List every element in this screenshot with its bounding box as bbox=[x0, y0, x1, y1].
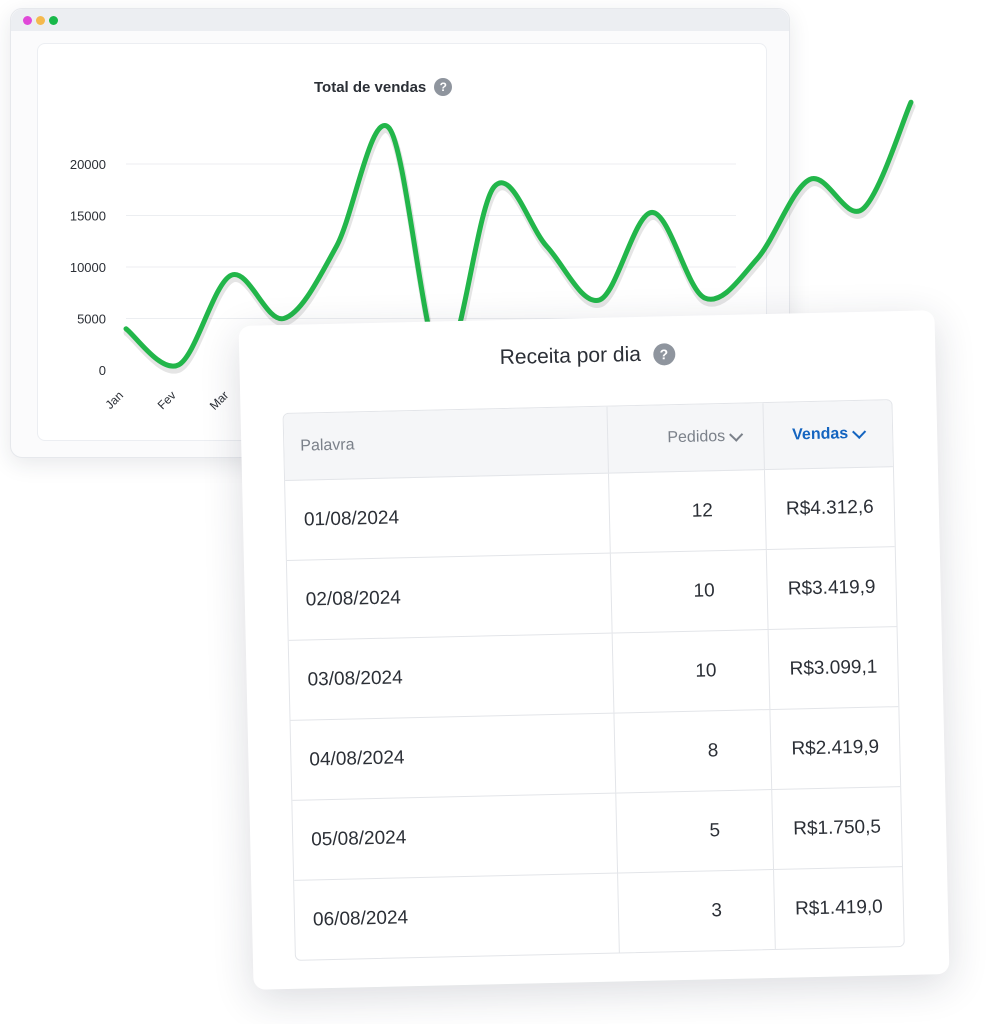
y-tick-label: 0 bbox=[99, 363, 106, 378]
column-header-palavra[interactable]: Palavra bbox=[283, 406, 609, 480]
y-tick-label: 20000 bbox=[70, 157, 106, 172]
date-cell: 03/08/2024 bbox=[288, 633, 615, 720]
chevron-down-icon bbox=[852, 424, 867, 439]
table-row[interactable]: 02/08/2024 10 R$3.419,9 bbox=[286, 547, 897, 641]
y-tick-label: 15000 bbox=[70, 209, 106, 224]
pedidos-cell: 3 bbox=[618, 869, 776, 953]
revenue-table-card: Receita por dia ? Palavra Pedidos Vendas… bbox=[238, 310, 950, 990]
question-mark-icon[interactable]: ? bbox=[652, 343, 676, 366]
column-header-label: Pedidos bbox=[667, 427, 726, 447]
y-tick-label: 5000 bbox=[77, 312, 106, 327]
date-cell: 05/08/2024 bbox=[292, 793, 619, 880]
vendas-cell: R$4.312,6 bbox=[785, 496, 874, 520]
vendas-cell: R$3.419,9 bbox=[787, 576, 876, 600]
revenue-table: Palavra Pedidos Vendas 01/08/2024 12 R$4… bbox=[282, 399, 905, 961]
date-cell: 06/08/2024 bbox=[294, 873, 620, 960]
vendas-cell: R$2.419,9 bbox=[791, 736, 880, 760]
pedidos-cell: 5 bbox=[616, 789, 775, 873]
column-header-label: Vendas bbox=[791, 425, 849, 444]
table-row[interactable]: 06/08/2024 3 R$1.419,0 bbox=[294, 867, 904, 960]
pedidos-cell: 12 bbox=[609, 470, 767, 553]
vendas-cell: R$1.419,0 bbox=[794, 896, 883, 920]
vendas-cell: R$1.750,5 bbox=[793, 816, 882, 840]
card-title: Receita por dia bbox=[499, 342, 642, 370]
column-header-pedidos[interactable]: Pedidos bbox=[607, 403, 765, 473]
card-title-row: Receita por dia ? bbox=[239, 336, 935, 376]
date-cell: 04/08/2024 bbox=[290, 713, 617, 800]
y-tick-label: 10000 bbox=[70, 260, 106, 275]
x-tick-label: Mar bbox=[207, 388, 232, 413]
column-header-label: Palavra bbox=[300, 436, 355, 455]
x-tick-label: Fev bbox=[155, 388, 179, 412]
table-row[interactable]: 03/08/2024 10 R$3.099,1 bbox=[288, 627, 899, 721]
date-cell: 01/08/2024 bbox=[285, 473, 611, 560]
pedidos-cell: 10 bbox=[612, 630, 771, 713]
chevron-down-icon bbox=[729, 427, 744, 442]
pedidos-cell: 10 bbox=[610, 550, 769, 633]
column-header-vendas[interactable]: Vendas bbox=[763, 400, 892, 469]
date-cell: 02/08/2024 bbox=[286, 553, 613, 640]
table-row[interactable]: 01/08/2024 12 R$4.312,6 bbox=[285, 467, 895, 561]
table-row[interactable]: 04/08/2024 8 R$2.419,9 bbox=[290, 707, 901, 801]
vendas-cell: R$3.099,1 bbox=[789, 656, 878, 680]
x-tick-label: Jan bbox=[103, 388, 127, 412]
pedidos-cell: 8 bbox=[614, 710, 773, 793]
table-row[interactable]: 05/08/2024 5 R$1.750,5 bbox=[292, 787, 903, 881]
